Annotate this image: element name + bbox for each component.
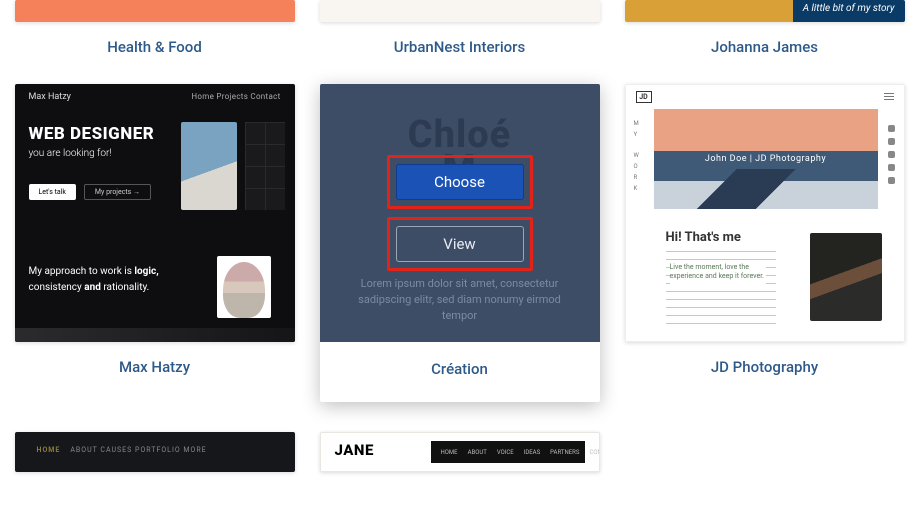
thumb-portrait <box>810 233 882 321</box>
template-thumb-health-food[interactable] <box>15 0 295 22</box>
template-label-creation[interactable]: Création <box>320 342 600 396</box>
template-thumb-jane[interactable]: JANE HOMEABOUTVOICEIDEASPARTNERSCONTACT <box>320 432 600 472</box>
template-label-jd-photography[interactable]: JD Photography <box>711 358 818 376</box>
template-thumb-dark-portfolio[interactable]: HOMEABOUT CAUSES PORTFOLIO MORE <box>15 432 295 472</box>
template-thumb-urbannest[interactable] <box>320 0 600 22</box>
thumb-footer-strip <box>15 328 295 342</box>
view-button[interactable]: View <box>396 226 524 262</box>
template-thumb-johanna[interactable]: A little bit of my story <box>625 0 905 22</box>
thumb-portrait <box>217 256 271 318</box>
thumb-side-label: M Y W O R K <box>634 119 640 195</box>
thumb-navbar: HOMEABOUTVOICEIDEASPARTNERSCONTACT <box>431 441 585 463</box>
thumb-brand: Max Hatzy <box>29 92 71 102</box>
highlight-view: View <box>387 217 533 271</box>
template-card-creation-hovered: ChloéM Choose View Lorem ipsum dolor sit… <box>320 84 600 402</box>
thumb-heading: WEB DESIGNER <box>29 124 155 144</box>
thumb-tagline: My approach to work is logic, consistenc… <box>29 264 159 296</box>
thumb-logo: JANE <box>335 441 374 459</box>
thumb-hero-image: John Doe | JD Photography <box>654 109 878 209</box>
thumb-logo: JD <box>636 91 652 103</box>
template-thumb-max-hatzy[interactable]: Max Hatzy Home Projects Contact WEB DESI… <box>15 84 295 342</box>
template-thumb-jd-photography[interactable]: JD M Y W O R K John Doe | JD Photography… <box>625 84 905 342</box>
thumb-lorem: Lorem ipsum dolor sit amet, consectetur … <box>348 276 572 324</box>
thumb-nav: Home Projects Contact <box>191 92 280 101</box>
hamburger-icon <box>884 93 894 101</box>
thumb-cta-primary: Let's talk <box>29 184 76 200</box>
thumb-heading: Hi! That's me <box>666 230 741 245</box>
template-label-health-food[interactable]: Health & Food <box>107 38 202 56</box>
template-label-johanna[interactable]: Johanna James <box>711 38 818 56</box>
thumb-cta-secondary: My projects → <box>84 184 151 200</box>
choose-button[interactable]: Choose <box>396 164 524 200</box>
thumb-caption: A little bit of my story <box>803 3 895 14</box>
thumb-quote: Live the moment, love the experience and… <box>670 260 766 284</box>
thumb-nav: HOMEABOUT CAUSES PORTFOLIO MORE <box>37 446 207 454</box>
thumb-subheading: you are looking for! <box>29 148 155 159</box>
thumb-image <box>181 122 237 210</box>
thumb-hero-text: John Doe | JD Photography <box>705 154 826 164</box>
thumb-social-icons <box>888 125 896 184</box>
template-thumb-creation[interactable]: ChloéM Choose View Lorem ipsum dolor sit… <box>320 84 600 342</box>
template-label-max-hatzy[interactable]: Max Hatzy <box>119 358 190 376</box>
highlight-choose: Choose <box>387 155 533 209</box>
template-label-urbannest[interactable]: UrbanNest Interiors <box>394 38 525 56</box>
thumb-image-grid <box>245 122 285 210</box>
